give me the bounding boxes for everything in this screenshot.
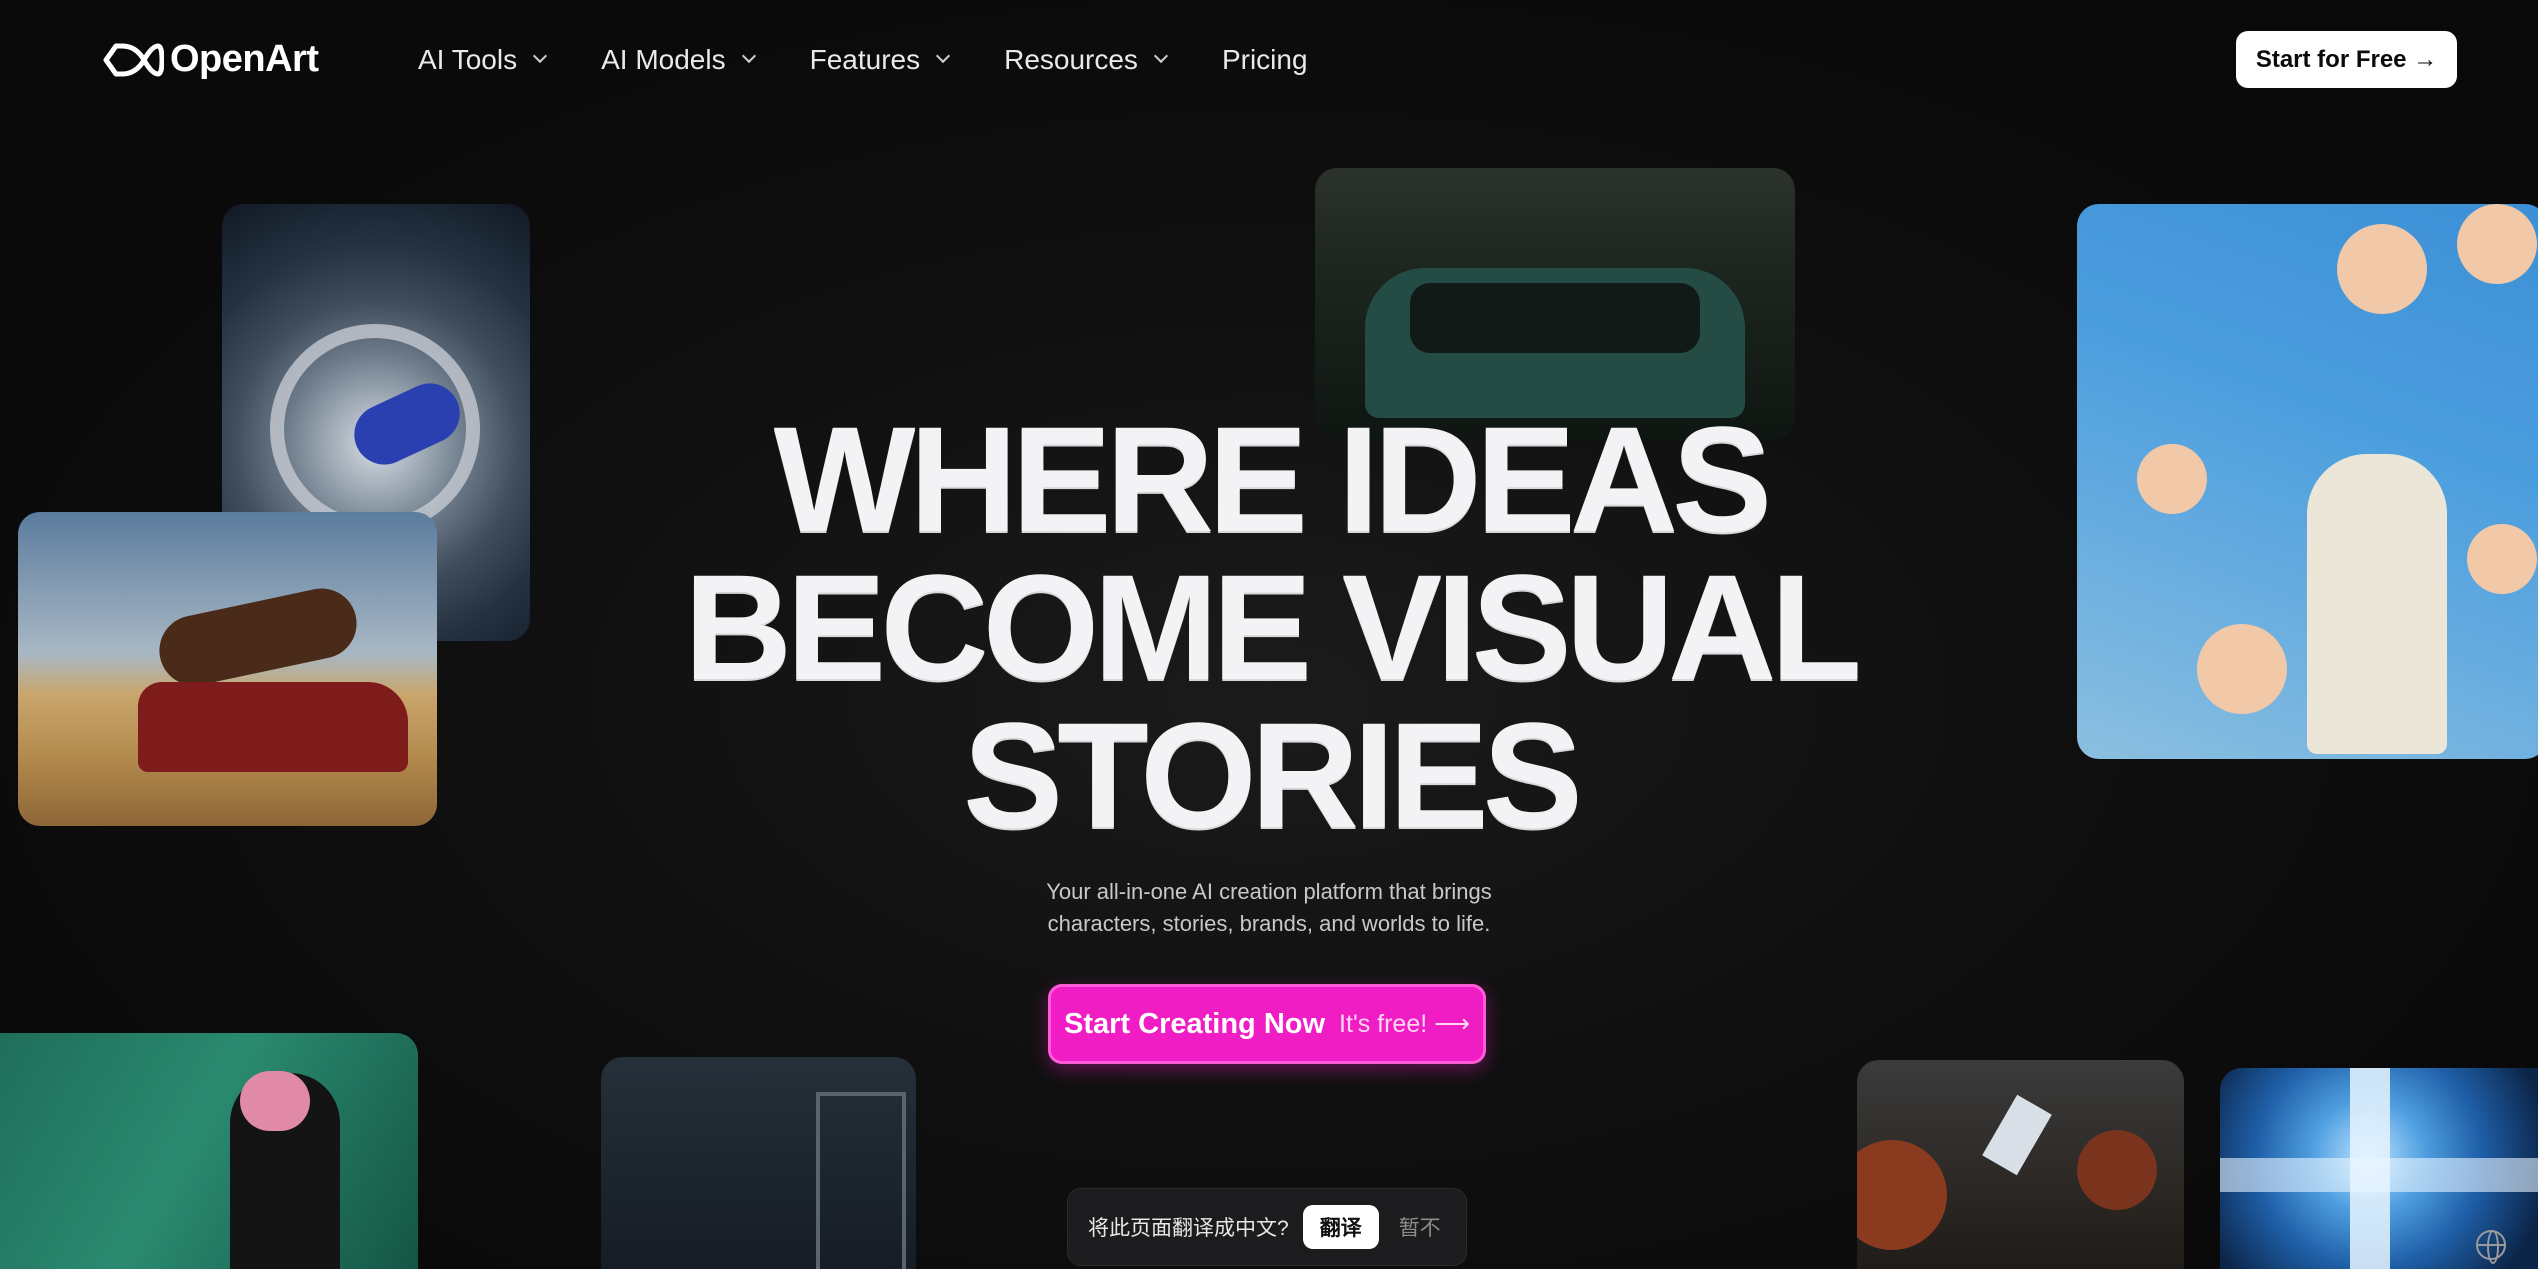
showcase-image-horse-jump[interactable] [18, 512, 437, 826]
nav-ai-models[interactable]: AI Models [601, 40, 756, 80]
hero-subtitle: Your all-in-one AI creation platform tha… [969, 876, 1569, 940]
chevron-down-icon [1153, 48, 1169, 64]
flower-shape [2197, 624, 2287, 714]
cta-free-label: It's free! ⟶ [1339, 1010, 1470, 1038]
nav-label: Pricing [1221, 44, 1308, 75]
hero-title-line: STORIES [963, 691, 1583, 859]
flower-shape [2337, 224, 2427, 314]
ceiling-light-shape [1982, 1094, 2052, 1176]
start-for-free-label: Start for Free → [2255, 45, 2438, 73]
showcase-image-flower-couple[interactable] [2077, 204, 2538, 759]
pink-hair-shape [240, 1071, 310, 1131]
nav-pricing[interactable]: Pricing [1222, 40, 1308, 80]
page: OpenArt AI Tools AI Models Features Reso… [0, 0, 2538, 1269]
translate-decline-button[interactable]: 暂不 [1399, 1212, 1441, 1242]
light-beam-shape [2220, 1158, 2538, 1192]
nav-ai-tools[interactable]: AI Tools [418, 40, 548, 80]
translate-accept-button[interactable]: 翻译 [1302, 1205, 1379, 1249]
nav-features[interactable]: Features [809, 40, 951, 80]
basketball-shape [1857, 1140, 1947, 1250]
hero-subtitle-line: characters, stories, brands, and worlds … [1047, 911, 1491, 936]
horse-shape [152, 581, 364, 693]
start-for-free-button[interactable]: Start for Free → [2236, 31, 2457, 88]
hero-title: WHERE IDEAS BECOME VISUAL STORIES [640, 395, 1900, 859]
translate-prompt-bar: 将此页面翻译成中文? 翻译 暂不 [1067, 1188, 1467, 1266]
nav-label: AI Tools [418, 44, 518, 75]
car-window-shape [1410, 283, 1700, 353]
hero-subtitle-line: Your all-in-one AI creation platform tha… [1046, 879, 1492, 904]
start-creating-now-button[interactable]: Start Creating Now It's free! ⟶ [1048, 984, 1486, 1064]
hero-title-line: BECOME VISUAL [683, 543, 1862, 711]
openart-logo[interactable]: OpenArt [100, 38, 319, 81]
top-nav: OpenArt AI Tools AI Models Features Reso… [0, 0, 2538, 120]
flower-shape [2467, 524, 2537, 594]
flower-shape [2457, 204, 2537, 284]
globe-icon[interactable] [2476, 1230, 2506, 1264]
hero-title-line: WHERE IDEAS [773, 395, 1772, 563]
showcase-image-locker-room[interactable] [0, 1033, 418, 1269]
red-car-shape [138, 682, 408, 772]
chevron-down-icon [936, 48, 951, 64]
nav-label: AI Models [601, 44, 726, 75]
showcase-image-basketball-gym[interactable] [1857, 1060, 2184, 1269]
flower-shape [2137, 444, 2207, 514]
cta-main-label: Start Creating Now [1064, 1007, 1326, 1040]
nav-label: Resources [1004, 44, 1138, 75]
chevron-down-icon [741, 48, 756, 64]
infinity-logo-icon [103, 43, 164, 76]
basketball-shape [2077, 1130, 2157, 1210]
nav-label: Features [809, 44, 921, 75]
bus-shelter-shape [816, 1092, 906, 1269]
translate-question: 将此页面翻译成中文? [1088, 1217, 1289, 1240]
showcase-image-rainy-street[interactable] [601, 1057, 916, 1269]
chevron-down-icon [533, 48, 548, 64]
brand-name: OpenArt [170, 38, 319, 80]
dress-shape [2307, 454, 2447, 754]
nav-resources[interactable]: Resources [1004, 40, 1169, 80]
main-nav: AI Tools AI Models Features Resources Pr… [418, 40, 1364, 80]
